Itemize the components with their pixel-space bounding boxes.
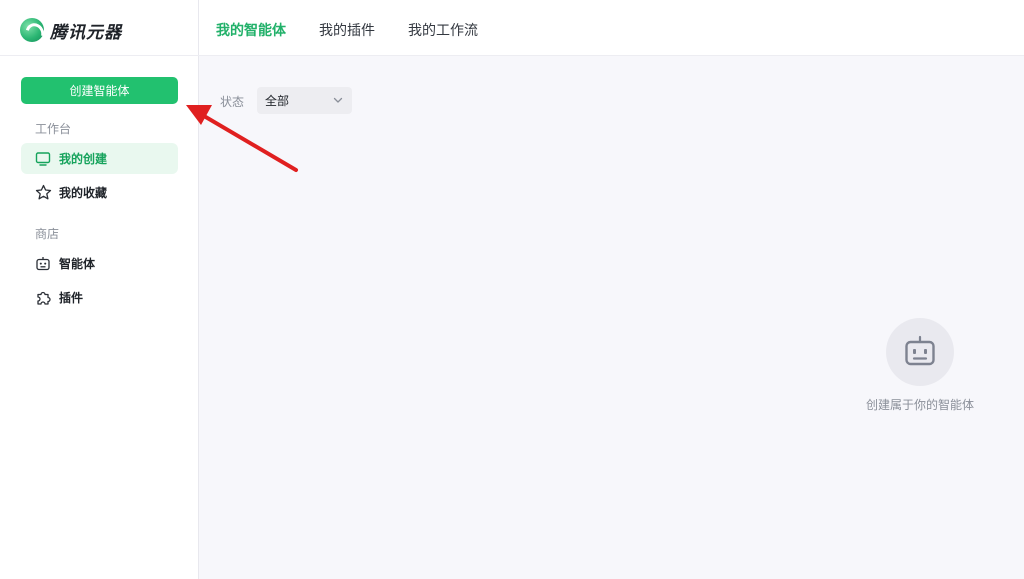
empty-state-text: 创建属于你的智能体 xyxy=(865,398,974,412)
tab-my-agents[interactable]: 我的智能体 xyxy=(216,20,286,40)
status-filter-value: 全部 xyxy=(265,94,290,108)
app-logo[interactable]: 腾讯元器 xyxy=(20,18,122,43)
sidebar-item-label: 我的收藏 xyxy=(59,186,108,200)
sidebar-item-label: 智能体 xyxy=(59,257,96,271)
app-name: 腾讯元器 xyxy=(50,22,122,43)
sidebar-item-plugins[interactable]: 插件 xyxy=(21,282,178,313)
sidebar-item-my-favorites[interactable]: 我的收藏 xyxy=(21,177,178,208)
sidebar-item-label: 我的创建 xyxy=(59,152,108,166)
tab-my-workflows[interactable]: 我的工作流 xyxy=(408,20,478,40)
sidebar-divider xyxy=(0,55,199,56)
create-agent-button[interactable]: 创建智能体 xyxy=(21,77,178,104)
monitor-icon xyxy=(34,150,52,168)
sidebar-item-my-creations[interactable]: 我的创建 xyxy=(21,143,178,174)
sidebar-item-agents[interactable]: 智能体 xyxy=(21,248,178,279)
empty-state-robot-icon xyxy=(886,318,954,386)
store-section-label: 商店 xyxy=(35,227,60,241)
sidebar: 腾讯元器 创建智能体 工作台 我的创建 我的收藏 商店 智能体 插件 xyxy=(0,0,199,579)
status-filter-label: 状态 xyxy=(220,95,245,109)
sidebar-item-label: 插件 xyxy=(59,291,84,305)
workspace-section-label: 工作台 xyxy=(35,122,72,136)
robot-icon xyxy=(34,255,52,273)
chevron-down-icon xyxy=(332,94,344,109)
tab-my-plugins[interactable]: 我的插件 xyxy=(319,20,375,40)
star-icon xyxy=(34,184,52,202)
status-filter-select[interactable]: 全部 xyxy=(257,87,352,114)
puzzle-icon xyxy=(34,289,52,307)
logo-icon xyxy=(20,18,44,42)
top-tab-bar: 我的智能体 我的插件 我的工作流 xyxy=(199,0,1024,56)
